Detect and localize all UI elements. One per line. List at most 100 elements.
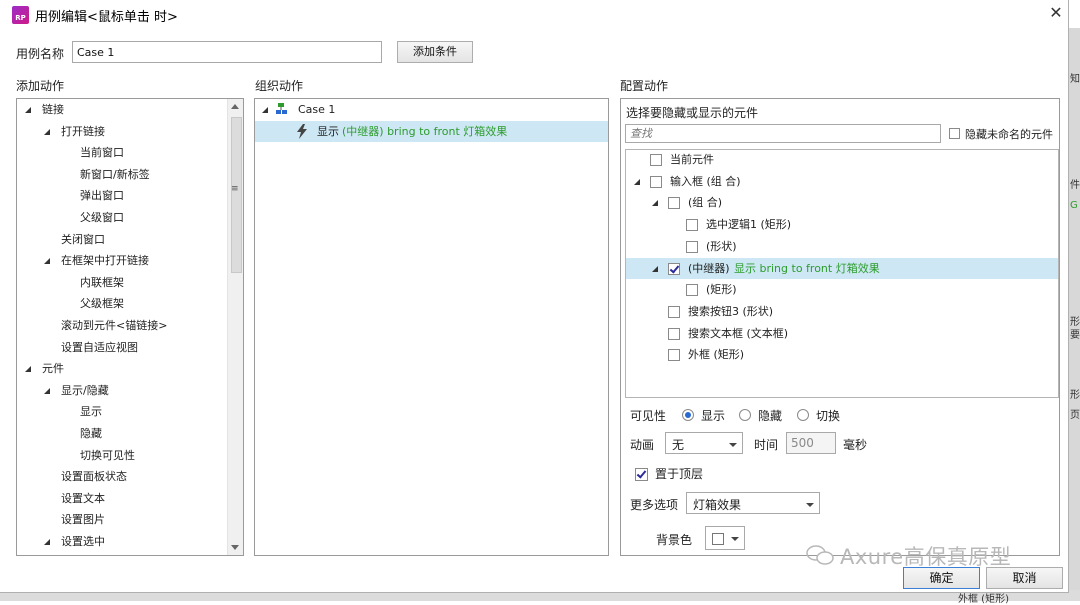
background-text: 知 xyxy=(1070,74,1080,85)
action-tree-label: 当前窗口 xyxy=(80,146,124,160)
configure-action-heading: 配置动作 xyxy=(620,79,669,93)
case-name-input[interactable] xyxy=(72,41,382,63)
action-tree-item[interactable]: 父级框架 xyxy=(17,293,227,314)
widget-tree-item[interactable]: (中继器) 显示 bring to front 灯箱效果 xyxy=(626,257,1058,279)
action-tree-item[interactable]: 当前窗口 xyxy=(17,142,227,163)
expand-icon[interactable] xyxy=(262,107,268,113)
visibility-show-label: 显示 xyxy=(701,409,726,423)
action-tree-item[interactable]: 滚动到元件<锚链接> xyxy=(17,315,227,336)
expand-icon[interactable] xyxy=(652,200,658,207)
hide-unnamed-label: 隐藏未命名的元件 xyxy=(965,128,1053,141)
visibility-show-radio[interactable] xyxy=(682,409,694,421)
visibility-hide-radio[interactable] xyxy=(739,409,751,421)
action-tree-item[interactable]: 切换可见性 xyxy=(17,445,227,466)
close-icon[interactable]: ✕ xyxy=(1048,4,1064,22)
widget-tree-item[interactable]: (组 合) xyxy=(626,192,1058,213)
case-row[interactable]: Case 1 xyxy=(255,99,608,120)
action-tree-label: 隐藏 xyxy=(80,427,102,440)
widget-tree-panel: 当前元件 输入框 (组 合) (组 合) 选中逻辑1 (矩形) (形状) (中继器) 显示 … xyxy=(625,149,1059,398)
action-tree-item[interactable]: 内联框架 xyxy=(17,272,227,293)
bring-to-front-checkbox[interactable] xyxy=(635,468,648,481)
action-tree-item[interactable]: 新窗口/新标签 xyxy=(17,164,227,185)
expand-icon[interactable] xyxy=(652,265,658,272)
action-tree-item[interactable]: 设置选中 xyxy=(17,531,227,552)
color-swatch xyxy=(712,533,724,545)
widget-tree-item[interactable]: 当前元件 xyxy=(626,150,1058,170)
wechat-icon xyxy=(806,545,834,565)
action-tree-label: 打开链接 xyxy=(61,124,105,138)
add-condition-button[interactable]: 添加条件 xyxy=(397,41,473,63)
action-tree-label: 内联框架 xyxy=(80,275,124,289)
expand-icon[interactable] xyxy=(44,539,50,545)
action-tree-label: 在框架中打开链接 xyxy=(61,254,149,268)
widget-label: (矩形) xyxy=(706,283,737,297)
scroll-thumb[interactable] xyxy=(231,117,242,273)
widget-tree-item[interactable]: (矩形) xyxy=(626,279,1058,300)
action-tree-item[interactable]: 元件 xyxy=(17,358,227,379)
widget-checkbox[interactable] xyxy=(668,327,680,340)
action-tree-item[interactable]: 设置文本 xyxy=(17,488,227,509)
expand-icon[interactable] xyxy=(44,387,50,394)
visibility-toggle-radio[interactable] xyxy=(797,409,809,421)
action-tree-item[interactable]: 设置面板状态 xyxy=(17,466,227,487)
widget-label: (形状) xyxy=(706,239,737,253)
action-tree-item[interactable]: 父级窗口 xyxy=(17,207,227,228)
action-tree-item[interactable]: 关闭窗口 xyxy=(17,229,227,250)
expand-icon[interactable] xyxy=(25,366,31,373)
more-options-value: 灯箱效果 xyxy=(693,498,742,512)
widget-label: 选中逻辑1 (矩形) xyxy=(706,218,792,232)
visibility-toggle-label: 切换 xyxy=(816,409,841,423)
widget-checkbox[interactable] xyxy=(686,219,698,232)
action-tree-item[interactable]: 显示 xyxy=(17,401,227,422)
widget-checkbox[interactable] xyxy=(668,197,680,210)
scroll-down-icon[interactable] xyxy=(231,545,239,550)
actions-scrollbar[interactable]: ≡ xyxy=(227,99,243,555)
widget-tree-item[interactable]: (形状) xyxy=(626,236,1058,257)
search-input[interactable] xyxy=(625,124,941,143)
widget-checkbox[interactable] xyxy=(668,349,680,362)
scroll-grip-icon: ≡ xyxy=(231,184,239,194)
visibility-label: 可见性 xyxy=(630,409,667,423)
action-tree-label: 设置面板状态 xyxy=(61,470,127,484)
action-tree-item[interactable]: 在框架中打开链接 xyxy=(17,250,227,271)
action-tree-item[interactable]: 链接 xyxy=(17,99,227,120)
visibility-hide-label: 隐藏 xyxy=(758,409,783,423)
action-tree-item[interactable]: 隐藏 xyxy=(17,423,227,444)
background-text: 件 xyxy=(1070,180,1080,191)
widget-checkbox[interactable] xyxy=(650,154,662,166)
hide-unnamed-checkbox[interactable] xyxy=(949,128,960,139)
widget-tree-item[interactable]: 选中逻辑1 (矩形) xyxy=(626,214,1058,235)
time-input[interactable] xyxy=(786,432,836,454)
ok-button[interactable]: 确定 xyxy=(903,567,980,589)
add-action-panel: 链接打开链接当前窗口新窗口/新标签 弹出窗口 父级窗口 关闭窗口在框架中打开链接 内联框… xyxy=(16,98,244,556)
bg-color-picker[interactable] xyxy=(705,526,745,550)
widget-checkbox[interactable] xyxy=(650,175,662,188)
widget-tree-item[interactable]: 搜索按钮3 (形状) xyxy=(626,301,1058,322)
animation-value: 无 xyxy=(672,438,685,452)
expand-icon[interactable] xyxy=(25,107,31,113)
action-tree-item[interactable]: 打开链接 xyxy=(17,121,227,142)
widget-checkbox[interactable] xyxy=(686,284,698,297)
action-tree-item[interactable]: 设置图片 xyxy=(17,509,227,530)
chevron-down-icon xyxy=(806,503,814,507)
widget-tree-item[interactable]: 输入框 (组 合) xyxy=(626,171,1058,192)
action-row[interactable]: 显示 (中继器) bring to front 灯箱效果 xyxy=(255,121,608,142)
scroll-up-icon[interactable] xyxy=(231,104,239,109)
action-tree-item[interactable]: 设置自适应视图 xyxy=(17,337,227,358)
widget-checkbox[interactable] xyxy=(686,240,698,253)
action-tree-item[interactable]: 显示/隐藏 xyxy=(17,380,227,401)
action-tree-label: 设置自适应视图 xyxy=(61,340,138,354)
lightning-icon xyxy=(297,124,307,139)
widget-tree-item[interactable]: 外框 (矩形) xyxy=(626,344,1058,365)
expand-icon[interactable] xyxy=(44,128,50,135)
expand-icon[interactable] xyxy=(44,258,50,265)
animation-select[interactable]: 无 xyxy=(665,432,743,454)
cancel-button[interactable]: 取消 xyxy=(986,567,1063,589)
expand-icon[interactable] xyxy=(634,178,640,185)
widget-tree-item[interactable]: 搜索文本框 (文本框) xyxy=(626,323,1058,344)
action-tree-item[interactable]: 弹出窗口 xyxy=(17,185,227,206)
widget-checkbox[interactable] xyxy=(668,305,680,318)
more-options-select[interactable]: 灯箱效果 xyxy=(686,492,820,514)
widget-checkbox[interactable] xyxy=(668,262,680,275)
animation-label: 动画 xyxy=(630,438,655,452)
